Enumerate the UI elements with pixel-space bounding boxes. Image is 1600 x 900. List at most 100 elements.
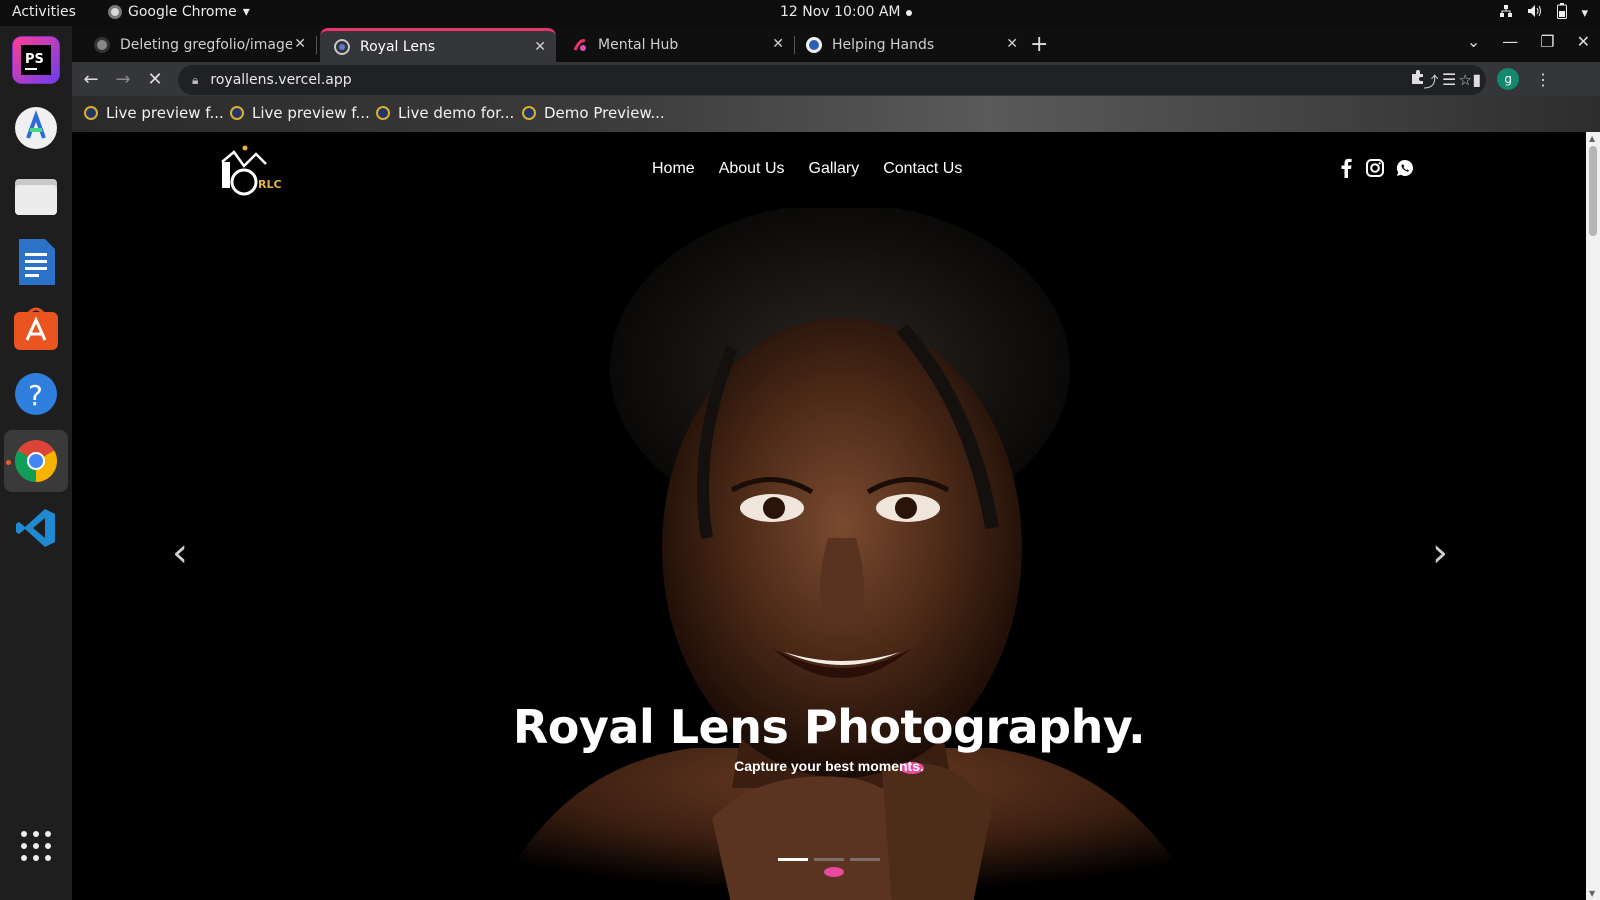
bookmark-favicon-icon <box>376 106 390 120</box>
bookmark-item[interactable]: Live preview f... <box>84 104 224 122</box>
nav-contact-us[interactable]: Contact Us <box>883 160 962 178</box>
bookmark-item[interactable]: Demo Preview... <box>522 104 665 122</box>
grid-icon[interactable] <box>12 822 60 870</box>
mental-hub-icon <box>573 39 586 51</box>
close-icon[interactable]: ✕ <box>534 39 546 55</box>
scrollbar-thumb[interactable] <box>1589 146 1597 236</box>
browser-window: Deleting gregfolio/image ✕ Royal Lens ✕ … <box>72 26 1600 132</box>
nav-about-us[interactable]: About Us <box>719 160 785 178</box>
dock: PS ? <box>0 26 72 900</box>
help-icon[interactable]: ? <box>12 370 60 418</box>
lock-icon[interactable]: 🔒︎ <box>192 73 198 88</box>
svg-text:PS: PS <box>25 52 44 67</box>
bookmark-item[interactable]: Live demo for... <box>376 104 514 122</box>
main-nav: Home About Us Gallary Contact Us <box>652 160 962 178</box>
tab-royal-lens[interactable]: Royal Lens ✕ <box>320 28 556 62</box>
writer-icon[interactable] <box>12 238 60 286</box>
media-controls-icon[interactable]: ☰ <box>1442 70 1456 89</box>
bookmark-favicon-icon <box>230 106 244 120</box>
forward-icon[interactable]: → <box>110 66 136 92</box>
new-tab-button[interactable]: + <box>1030 32 1048 57</box>
carousel-indicator[interactable] <box>814 858 844 861</box>
activities-button[interactable]: Activities <box>12 4 76 20</box>
scroll-up-icon[interactable]: ▲ <box>1589 134 1595 143</box>
files-icon[interactable] <box>12 172 60 220</box>
github-icon <box>94 37 110 53</box>
tab-helping-hands[interactable]: Helping Hands ✕ <box>792 28 1028 62</box>
running-indicator <box>6 460 11 465</box>
software-icon[interactable] <box>12 304 60 352</box>
tab-title: Royal Lens <box>360 38 436 55</box>
extensions-icon[interactable] <box>1410 69 1426 89</box>
close-icon[interactable]: ✕ <box>772 36 784 52</box>
tab-separator <box>316 36 317 54</box>
notification-dot <box>906 10 912 16</box>
chevron-down-icon: ▾ <box>242 4 250 20</box>
svg-text:?: ? <box>28 379 43 412</box>
volume-icon[interactable] <box>1527 4 1543 22</box>
page-scrollbar[interactable]: ▲ ▼ <box>1586 132 1600 900</box>
profile-avatar[interactable]: g <box>1497 68 1520 90</box>
browser-toolbar: ← → ✕ 🔒︎ royallens.vercel.app ⤴ ☆ ☰ ▮ g … <box>72 62 1600 96</box>
battery-icon[interactable] <box>1557 3 1568 23</box>
toolbar-extras: ☰ ▮ g ⋮ <box>1410 68 1551 90</box>
bookmarks-bar: Live preview f... Live preview f... Live… <box>72 96 1600 132</box>
carousel-indicators <box>778 858 880 861</box>
carousel-next-icon[interactable]: › <box>1432 530 1448 576</box>
url-text[interactable]: royallens.vercel.app <box>210 72 351 88</box>
tab-title: Mental Hub <box>598 37 679 53</box>
system-tray[interactable]: ▾ <box>1499 3 1588 23</box>
bookmark-item[interactable]: Live preview f... <box>230 104 370 122</box>
bookmark-favicon-icon <box>84 106 98 120</box>
site-logo[interactable]: RLC <box>218 144 288 200</box>
hero-photo <box>495 208 1198 900</box>
social-links <box>1338 158 1414 182</box>
address-bar[interactable]: 🔒︎ royallens.vercel.app ⤴ ☆ <box>178 65 1486 95</box>
hero-title: Royal Lens Photography. <box>512 700 1146 754</box>
logo-text: RLC <box>258 178 282 191</box>
scroll-down-icon[interactable]: ▼ <box>1589 889 1595 898</box>
chrome-small-icon <box>108 5 122 19</box>
carousel-prev-icon[interactable]: ‹ <box>172 530 188 576</box>
nav-home[interactable]: Home <box>652 160 695 178</box>
chrome-icon[interactable] <box>12 437 60 485</box>
carousel-indicator[interactable] <box>850 858 880 861</box>
app-menu[interactable]: Google Chrome ▾ <box>108 4 250 20</box>
close-window-icon[interactable]: ✕ <box>1577 32 1590 51</box>
bookmark-label: Live demo for... <box>398 104 515 122</box>
chevron-down-icon[interactable]: ▾ <box>1581 6 1588 21</box>
tab-deleting-gregfolio[interactable]: Deleting gregfolio/image ✕ <box>80 28 317 62</box>
hero-subtitle: Capture your best moments. <box>734 758 924 774</box>
window-controls: ⌄ — ❐ ✕ <box>1467 32 1590 51</box>
whatsapp-icon[interactable] <box>1396 159 1414 181</box>
phpstorm-icon[interactable]: PS <box>12 36 60 84</box>
bookmark-label: Live preview f... <box>106 104 224 122</box>
app-menu-label: Google Chrome <box>128 4 237 20</box>
royal-lens-icon <box>334 38 350 55</box>
back-icon[interactable]: ← <box>78 66 104 92</box>
tab-mental-hub[interactable]: Mental Hub ✕ <box>558 28 795 62</box>
facebook-icon[interactable] <box>1338 158 1354 182</box>
vscode-icon[interactable] <box>12 504 60 552</box>
network-icon[interactable] <box>1499 4 1513 22</box>
stop-loading-icon[interactable]: ✕ <box>142 66 168 92</box>
nav-gallary[interactable]: Gallary <box>809 160 860 178</box>
close-icon[interactable]: ✕ <box>294 36 306 52</box>
restore-icon[interactable]: ❐ <box>1540 32 1554 51</box>
bookmark-favicon-icon <box>522 106 536 120</box>
tab-search-icon[interactable]: ⌄ <box>1467 32 1480 51</box>
instagram-icon[interactable] <box>1366 159 1384 181</box>
system-top-bar: Activities Google Chrome ▾ 12 Nov 10:00 … <box>0 0 1600 26</box>
tab-title: Deleting gregfolio/image <box>120 37 292 53</box>
menu-dots-icon[interactable]: ⋮ <box>1535 70 1551 89</box>
android-studio-icon[interactable] <box>12 104 60 152</box>
side-panel-icon[interactable]: ▮ <box>1472 70 1481 89</box>
carousel-indicator[interactable] <box>778 858 808 861</box>
bookmark-label: Demo Preview... <box>544 104 665 122</box>
clock[interactable]: 12 Nov 10:00 AM <box>780 4 901 20</box>
tab-strip: Deleting gregfolio/image ✕ Royal Lens ✕ … <box>72 26 1600 62</box>
minimize-icon[interactable]: — <box>1502 32 1518 51</box>
bookmark-label: Live preview f... <box>252 104 370 122</box>
helping-hands-icon <box>806 37 822 53</box>
close-icon[interactable]: ✕ <box>1006 36 1018 52</box>
